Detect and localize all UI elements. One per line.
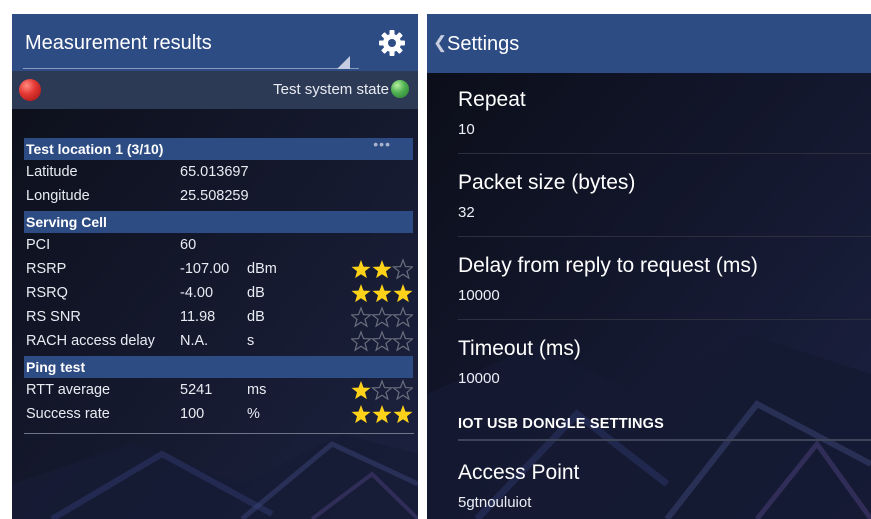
row-label: RS SNR — [26, 309, 81, 325]
row-unit: dBm — [247, 261, 277, 277]
star-rating — [351, 258, 413, 280]
star-empty-icon — [370, 330, 394, 352]
measurement-results-screen: Measurement results Test system state Te… — [12, 14, 418, 519]
setting-timeout[interactable]: Timeout (ms) 10000 — [427, 322, 871, 404]
setting-title: Access Point — [458, 461, 580, 484]
longitude-row: Longitude 25.508259 — [26, 184, 414, 208]
test-system-state-label: Test system state — [273, 81, 389, 98]
divider — [458, 439, 871, 441]
row-label: RTT average — [26, 382, 111, 398]
success-rate-row: Success rate 100 % — [26, 402, 414, 426]
row-value: 5241 — [180, 382, 213, 398]
rach-access-delay-row: RACH access delay N.A. s — [26, 329, 414, 353]
setting-delay[interactable]: Delay from reply to request (ms) 10000 — [427, 239, 871, 321]
star-filled-icon — [351, 284, 371, 303]
latitude-row: Latitude 65.013697 — [26, 160, 414, 184]
row-label: Latitude — [26, 164, 78, 180]
setting-value: 32 — [458, 204, 475, 221]
star-empty-icon — [391, 330, 413, 352]
row-label: Success rate — [26, 406, 110, 422]
setting-title: Timeout (ms) — [458, 337, 581, 360]
category-header: IOT USB DONGLE SETTINGS — [458, 416, 664, 432]
rsrq-row: RSRQ -4.00 dB — [26, 281, 414, 305]
gear-icon[interactable] — [377, 28, 407, 58]
star-empty-icon — [391, 258, 413, 280]
divider — [458, 153, 871, 154]
section-title: Ping test — [26, 359, 86, 375]
row-label: RSRQ — [26, 285, 68, 301]
section-title: Serving Cell — [26, 214, 107, 230]
more-icon[interactable]: ••• — [373, 136, 391, 152]
row-value: -4.00 — [180, 285, 214, 301]
row-value: N.A. — [180, 333, 209, 349]
measurement-status-indicator[interactable] — [19, 79, 41, 101]
setting-title: Packet size (bytes) — [458, 171, 636, 194]
star-rating — [351, 379, 413, 401]
row-unit: % — [247, 406, 260, 422]
row-value: 65.013697 — [180, 164, 249, 180]
star-rating — [351, 405, 413, 424]
star-filled-icon — [393, 284, 413, 303]
star-empty-icon — [391, 379, 413, 401]
status-bar: Test system state — [12, 71, 418, 109]
star-empty-icon — [370, 306, 394, 328]
star-filled-icon — [351, 405, 371, 424]
row-unit: ms — [247, 382, 267, 398]
star-empty-icon — [351, 306, 373, 328]
star-empty-icon — [391, 306, 413, 328]
page-title[interactable]: Settings — [447, 33, 519, 56]
test-system-state-indicator — [391, 80, 409, 98]
row-label: Longitude — [26, 188, 90, 204]
star-filled-icon — [372, 260, 392, 279]
star-filled-icon — [351, 381, 371, 400]
star-rating — [351, 284, 413, 303]
setting-repeat[interactable]: Repeat 10 — [427, 73, 871, 155]
setting-title: Repeat — [458, 88, 526, 111]
page-title: Measurement results — [25, 32, 212, 54]
star-empty-icon — [370, 379, 394, 401]
section-header-serving-cell: Serving Cell — [24, 211, 413, 233]
rtt-average-row: RTT average 5241 ms — [26, 378, 414, 402]
row-label: PCI — [26, 237, 51, 253]
row-label: RACH access delay — [26, 333, 155, 349]
row-value: 100 — [180, 406, 205, 422]
row-value: -107.00 — [180, 261, 230, 277]
app-header: Measurement results — [12, 14, 418, 71]
setting-title: Delay from reply to request (ms) — [458, 254, 758, 277]
setting-value: 5gtnouluiot — [458, 494, 532, 511]
spinner-dropdown-icon[interactable] — [337, 56, 350, 69]
star-filled-icon — [372, 284, 392, 303]
rs-snr-row: RS SNR 11.98 dB — [26, 305, 414, 329]
row-label: RSRP — [26, 261, 67, 277]
row-unit: s — [247, 333, 255, 349]
row-value: 11.98 — [180, 309, 216, 325]
star-filled-icon — [393, 405, 413, 424]
row-value: 60 — [180, 237, 197, 253]
row-unit: dB — [247, 309, 265, 325]
pci-row: PCI 60 — [26, 233, 414, 257]
star-filled-icon — [351, 260, 371, 279]
setting-value: 10000 — [458, 287, 500, 304]
divider — [24, 433, 414, 434]
divider — [458, 319, 871, 320]
section-title: Test location 1 (3/10) — [26, 141, 164, 157]
row-unit: dB — [247, 285, 265, 301]
setting-access-point[interactable]: Access Point 5gtnouluiot — [427, 446, 871, 519]
settings-header: ❮ Settings — [427, 14, 871, 73]
settings-screen: ❮ Settings Repeat 10 Packet size (bytes)… — [427, 14, 871, 519]
setting-value: 10 — [458, 121, 475, 138]
chevron-left-icon[interactable]: ❮ — [433, 33, 447, 53]
star-filled-icon — [372, 405, 392, 424]
setting-packet-size[interactable]: Packet size (bytes) 32 — [427, 156, 871, 238]
section-header-ping-test: Ping test — [24, 356, 413, 378]
star-empty-icon — [351, 330, 373, 352]
star-rating — [351, 306, 413, 328]
row-value: 25.508259 — [180, 188, 249, 204]
rsrp-row: RSRP -107.00 dBm — [26, 257, 414, 281]
spinner-underline — [23, 68, 359, 69]
star-rating — [351, 330, 413, 352]
setting-value: 10000 — [458, 370, 500, 387]
divider — [458, 236, 871, 237]
section-header-test-location[interactable]: Test location 1 (3/10) ••• — [24, 136, 413, 160]
